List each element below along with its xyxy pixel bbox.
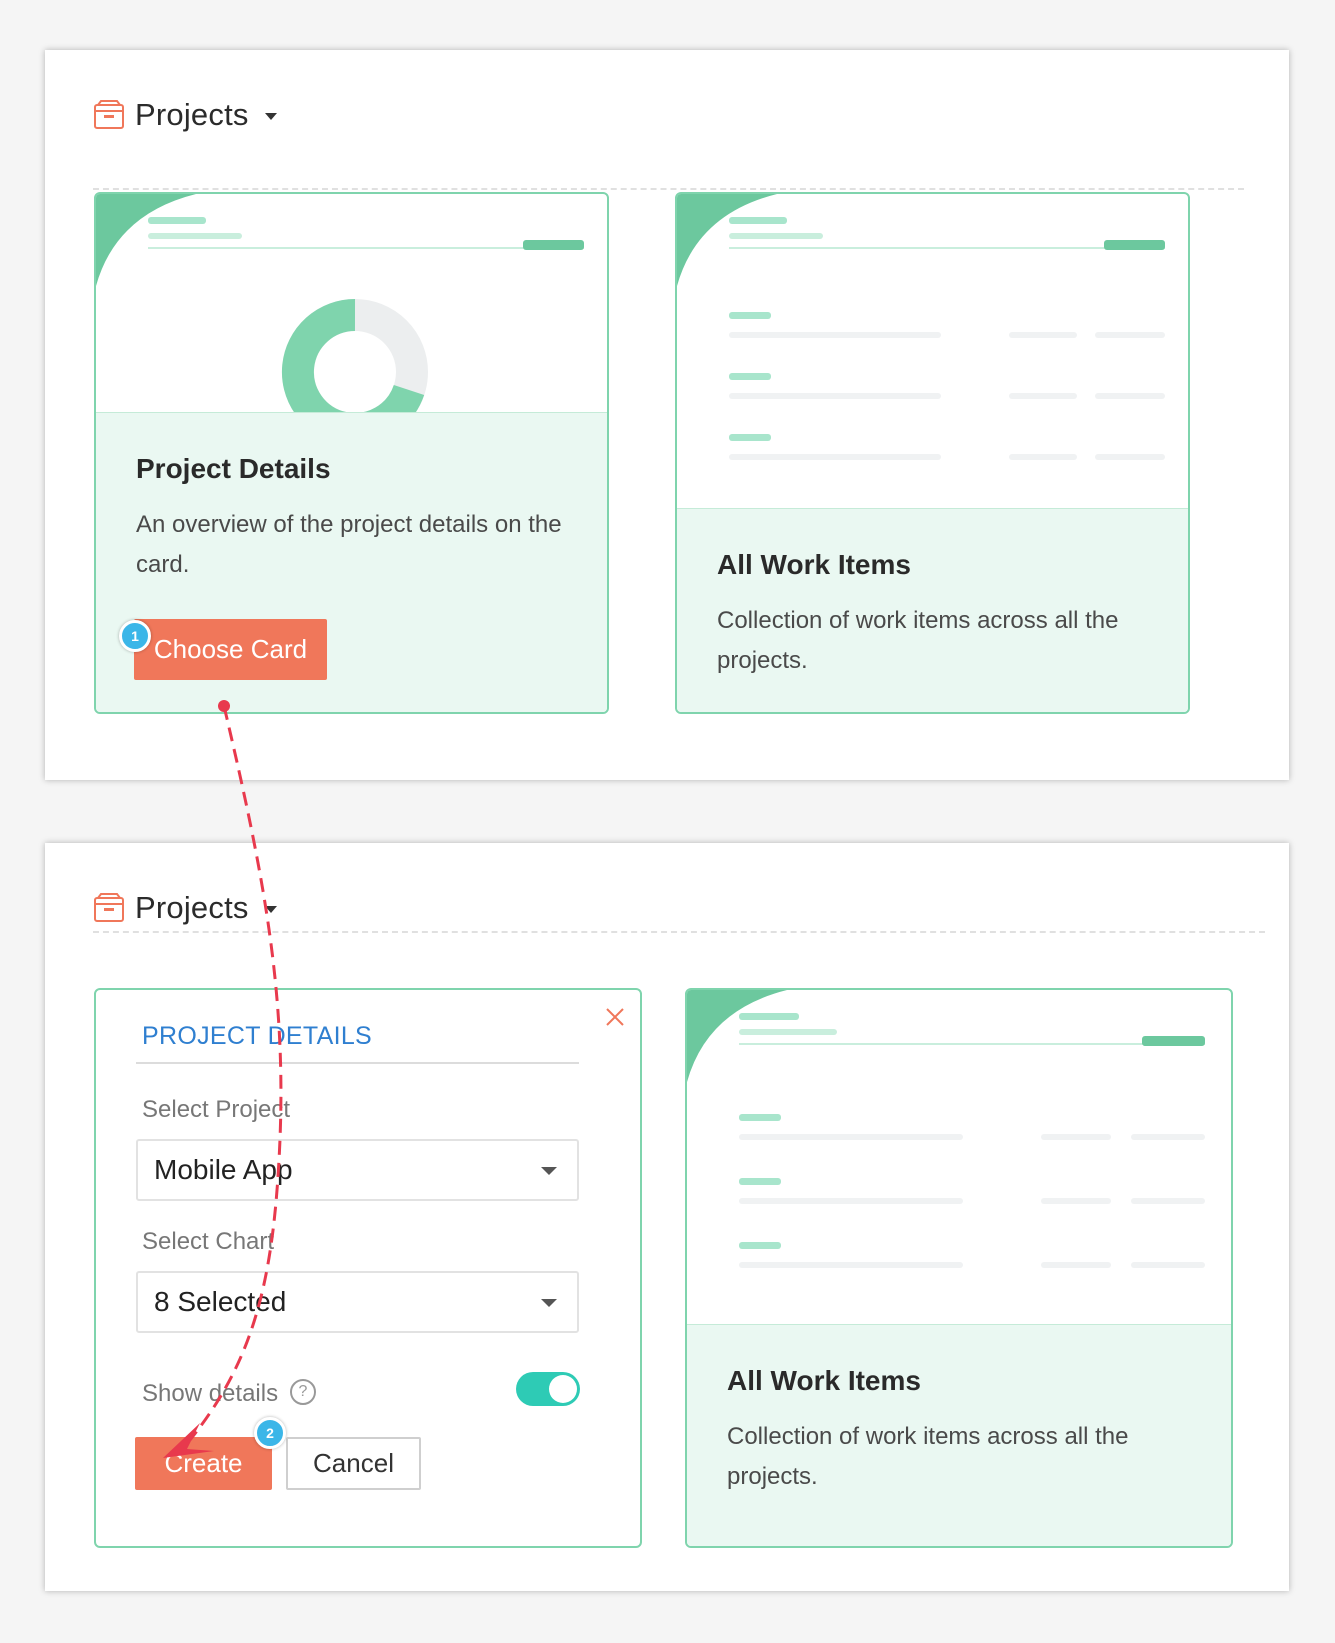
card-preview-work-items bbox=[687, 990, 1205, 1268]
projects-dropdown-header[interactable]: Projects bbox=[93, 90, 277, 140]
card-all-work-items[interactable]: All Work Items Collection of work items … bbox=[675, 192, 1190, 714]
projects-panel-top: Projects Project Details An overview of … bbox=[45, 50, 1289, 780]
card-title: Project Details bbox=[136, 453, 331, 484]
select-project-label: Select Project bbox=[142, 1096, 291, 1123]
card-preview-project-details bbox=[96, 194, 584, 414]
donut-chart-icon bbox=[281, 299, 428, 414]
toggle-knob bbox=[549, 1375, 577, 1403]
project-select-value: Mobile App bbox=[154, 1154, 293, 1185]
card-description: Collection of work items across all the … bbox=[717, 607, 1119, 674]
project-select[interactable]: Mobile App bbox=[136, 1139, 579, 1201]
card-all-work-items[interactable]: All Work Items Collection of work items … bbox=[685, 988, 1233, 1548]
projects-title: Projects bbox=[135, 890, 249, 925]
box-icon bbox=[94, 893, 124, 922]
chart-select[interactable]: 8 Selected bbox=[136, 1271, 579, 1333]
card-title: All Work Items bbox=[717, 549, 911, 580]
projects-title: Projects bbox=[135, 97, 249, 132]
chevron-down-icon[interactable] bbox=[264, 112, 277, 120]
projects-panel-bottom: Projects PROJECT DETAILS Select Project … bbox=[45, 843, 1289, 1591]
step-badge-2: 2 bbox=[254, 1417, 286, 1449]
chevron-down-icon bbox=[541, 1299, 557, 1307]
card-description: Collection of work items across all the … bbox=[727, 1423, 1129, 1490]
choose-card-button[interactable]: Choose Card bbox=[134, 619, 327, 680]
help-circle-icon[interactable]: ? bbox=[290, 1379, 316, 1405]
card-project-details[interactable]: Project Details An overview of the proje… bbox=[94, 192, 609, 714]
show-details-label: Show details bbox=[142, 1380, 279, 1407]
create-button[interactable]: Create bbox=[135, 1437, 272, 1490]
divider bbox=[93, 188, 1244, 190]
card-description: An overview of the project details on th… bbox=[136, 511, 562, 578]
chevron-down-icon bbox=[541, 1167, 557, 1175]
show-details-toggle[interactable] bbox=[516, 1372, 580, 1406]
card-title: All Work Items bbox=[727, 1365, 921, 1396]
select-chart-label: Select Chart bbox=[142, 1228, 275, 1255]
close-icon[interactable] bbox=[604, 1006, 626, 1028]
project-details-form: PROJECT DETAILS Select Project Mobile Ap… bbox=[94, 988, 642, 1548]
divider bbox=[93, 931, 1265, 933]
step-badge-1: 1 bbox=[119, 620, 151, 652]
chart-select-value: 8 Selected bbox=[154, 1286, 287, 1317]
heading-divider bbox=[136, 1062, 579, 1064]
box-icon bbox=[94, 100, 124, 129]
projects-dropdown-header[interactable]: Projects bbox=[93, 883, 277, 933]
cancel-button[interactable]: Cancel bbox=[286, 1437, 421, 1490]
card-preview-work-items bbox=[677, 194, 1165, 460]
chevron-down-icon[interactable] bbox=[264, 905, 277, 913]
form-heading: PROJECT DETAILS bbox=[142, 1022, 373, 1050]
